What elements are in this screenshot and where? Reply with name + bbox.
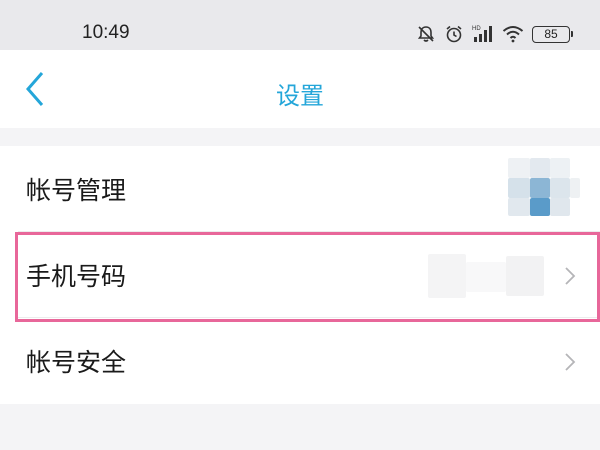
settings-list: 帐号管理 手机号码 帐号安全 bbox=[0, 146, 600, 404]
section-gap bbox=[0, 128, 600, 146]
phone-blur-tile bbox=[428, 254, 466, 298]
settings-item-label: 帐号管理 bbox=[26, 176, 127, 205]
settings-item-label: 手机号码 bbox=[26, 262, 127, 291]
alarm-icon bbox=[446, 25, 462, 43]
phone-blur-tile bbox=[506, 256, 544, 296]
avatar-blur-tile bbox=[550, 178, 570, 198]
chevron-right-icon bbox=[565, 353, 576, 371]
avatar-blur-tile bbox=[530, 158, 550, 178]
avatar-blur-tile bbox=[508, 158, 530, 178]
svg-text:HD: HD bbox=[472, 26, 481, 32]
settings-item-label: 帐号安全 bbox=[26, 348, 127, 377]
avatar-blur-tile bbox=[550, 198, 570, 216]
section-gap bbox=[0, 404, 600, 450]
chevron-right-icon bbox=[565, 267, 576, 285]
avatar-blur-tile bbox=[550, 158, 570, 178]
avatar-blur-tile bbox=[530, 178, 550, 198]
nav-bar: 设置 bbox=[0, 50, 600, 128]
mute-bell-icon bbox=[417, 26, 435, 42]
avatar-blur-tile bbox=[530, 198, 550, 216]
avatar-blur-tile bbox=[508, 198, 530, 216]
wifi-icon bbox=[502, 26, 524, 43]
settings-item-phone-number[interactable]: 手机号码 bbox=[0, 232, 600, 318]
status-time: 10:49 bbox=[82, 22, 130, 43]
status-icons: HD 85 bbox=[416, 22, 573, 46]
hd-signal-icon: HD bbox=[472, 26, 492, 42]
settings-item-account-security[interactable]: 帐号安全 bbox=[0, 318, 600, 404]
settings-item-account-management[interactable]: 帐号管理 bbox=[0, 146, 600, 232]
phone-blur-tile bbox=[466, 262, 506, 292]
avatar-blur-tile bbox=[508, 178, 530, 198]
avatar-blur-tile bbox=[570, 178, 580, 198]
page-title: 设置 bbox=[276, 82, 324, 110]
battery-indicator: 85 bbox=[532, 25, 573, 43]
status-bar: 10:49 HD 85 bbox=[0, 0, 600, 50]
